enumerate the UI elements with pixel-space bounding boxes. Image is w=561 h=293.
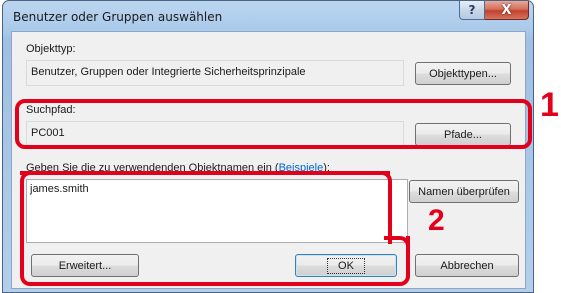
- paths-button-label: Pfade...: [444, 128, 482, 141]
- check-names-button-label: Namen überprüfen: [418, 185, 510, 198]
- search-path-field: PC001: [26, 121, 404, 147]
- object-names-input[interactable]: james.smith: [26, 179, 408, 243]
- object-type-field: Benutzer, Gruppen oder Integrierte Siche…: [26, 60, 404, 86]
- object-types-button[interactable]: Objekttypen...: [415, 62, 511, 85]
- search-path-label: Suchpfad:: [26, 104, 76, 116]
- callout-number-1: 1: [540, 86, 559, 124]
- dialog-client-area: Objekttyp: Benutzer, Gruppen oder Integr…: [11, 31, 526, 289]
- close-icon: X: [501, 2, 512, 18]
- help-icon: ?: [468, 3, 476, 17]
- object-type-value: Benutzer, Gruppen oder Integrierte Siche…: [31, 66, 306, 78]
- object-names-value: james.smith: [30, 183, 89, 195]
- search-path-value: PC001: [31, 127, 65, 139]
- ok-button-label: OK: [327, 257, 365, 274]
- title-bar[interactable]: Benutzer oder Gruppen auswählen ? X: [3, 1, 533, 31]
- advanced-button-label: Erweitert...: [58, 259, 112, 272]
- examples-link[interactable]: Beispiele: [279, 162, 324, 174]
- object-types-button-label: Objekttypen...: [429, 67, 497, 80]
- object-names-label-suffix: ):: [323, 162, 330, 174]
- object-type-label: Objekttyp:: [26, 43, 76, 55]
- object-names-label-prefix: Geben Sie die zu verwendenden Objektname…: [26, 162, 279, 174]
- cancel-button-label: Abbrechen: [440, 259, 494, 272]
- close-button[interactable]: X: [485, 1, 529, 20]
- paths-button[interactable]: Pfade...: [415, 123, 511, 146]
- window-title: Benutzer oder Gruppen auswählen: [13, 10, 223, 24]
- object-names-label: Geben Sie die zu verwendenden Objektname…: [26, 162, 330, 174]
- ok-button[interactable]: OK: [295, 254, 397, 277]
- callout-number-2: 2: [428, 204, 445, 237]
- caption-buttons: ? X: [459, 1, 529, 21]
- cancel-button[interactable]: Abbrechen: [415, 254, 519, 277]
- advanced-button[interactable]: Erweitert...: [31, 254, 139, 277]
- check-names-button[interactable]: Namen überprüfen: [409, 180, 519, 203]
- help-button[interactable]: ?: [459, 1, 485, 20]
- dialog-window: Benutzer oder Gruppen auswählen ? X Obje…: [2, 0, 534, 293]
